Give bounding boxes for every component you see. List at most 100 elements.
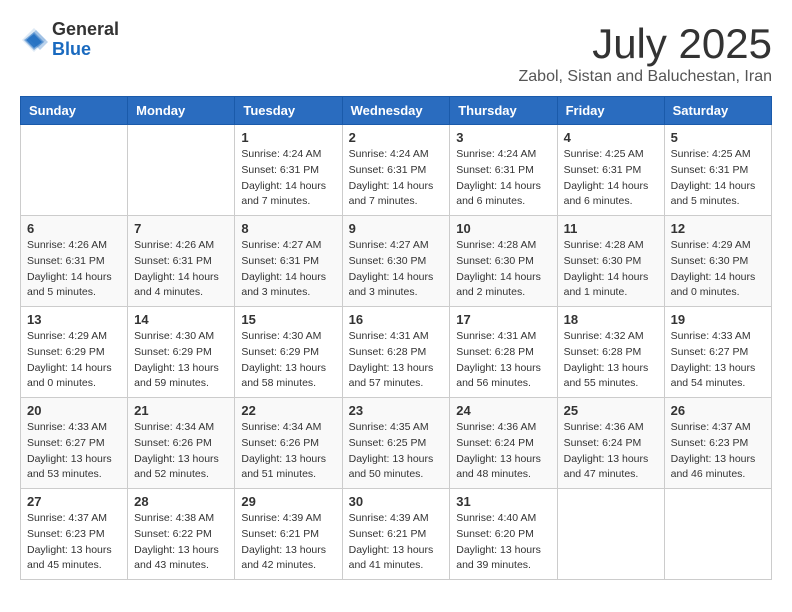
day-cell: 3Sunrise: 4:24 AM Sunset: 6:31 PM Daylig…	[450, 125, 557, 216]
day-info: Sunrise: 4:26 AM Sunset: 6:31 PM Dayligh…	[27, 238, 121, 301]
header-cell-thursday: Thursday	[450, 97, 557, 125]
day-info: Sunrise: 4:31 AM Sunset: 6:28 PM Dayligh…	[456, 329, 550, 392]
day-number: 7	[134, 221, 228, 236]
day-info: Sunrise: 4:24 AM Sunset: 6:31 PM Dayligh…	[349, 147, 444, 210]
logo-general: General	[52, 20, 119, 40]
day-number: 4	[564, 130, 658, 145]
day-info: Sunrise: 4:36 AM Sunset: 6:24 PM Dayligh…	[564, 420, 658, 483]
day-cell: 22 Sunrise: 4:34 AM Sunset: 6:26 PM Dayli…	[235, 398, 342, 489]
day-info: Sunrise: 4:35 AM Sunset: 6:25 PM Dayligh…	[349, 420, 444, 483]
day-cell	[21, 125, 128, 216]
day-info: Sunrise: 4:33 AM Sunset: 6:27 PM Dayligh…	[27, 420, 121, 483]
day-cell: 14 Sunrise: 4:30 AM Sunset: 6:29 PM Dayli…	[128, 307, 235, 398]
day-info: Sunrise: 4:24 AM Sunset: 6:31 PM Dayligh…	[241, 147, 335, 210]
day-number: 31	[456, 494, 550, 509]
calendar-body: 1 Sunrise: 4:24 AM Sunset: 6:31 PM Daylig…	[21, 125, 772, 580]
day-number: 22	[241, 403, 335, 418]
day-number: 13	[27, 312, 121, 327]
day-info: Sunrise: 4:27 AM Sunset: 6:31 PM Dayligh…	[241, 238, 335, 301]
day-cell: 17 Sunrise: 4:31 AM Sunset: 6:28 PM Dayli…	[450, 307, 557, 398]
day-cell: 28 Sunrise: 4:38 AM Sunset: 6:22 PM Dayli…	[128, 489, 235, 580]
day-info: Sunrise: 4:27 AM Sunset: 6:30 PM Dayligh…	[349, 238, 444, 301]
header-cell-tuesday: Tuesday	[235, 97, 342, 125]
day-cell: 31 Sunrise: 4:40 AM Sunset: 6:20 PM Dayli…	[450, 489, 557, 580]
day-info: Sunrise: 4:38 AM Sunset: 6:22 PM Dayligh…	[134, 511, 228, 574]
day-number: 14	[134, 312, 228, 327]
day-info: Sunrise: 4:32 AM Sunset: 6:28 PM Dayligh…	[564, 329, 658, 392]
day-cell: 8 Sunrise: 4:27 AM Sunset: 6:31 PM Daylig…	[235, 216, 342, 307]
day-number: 6	[27, 221, 121, 236]
day-cell: 5Sunrise: 4:25 AM Sunset: 6:31 PM Daylig…	[664, 125, 771, 216]
day-info: Sunrise: 4:30 AM Sunset: 6:29 PM Dayligh…	[241, 329, 335, 392]
day-info: Sunrise: 4:25 AM Sunset: 6:31 PM Dayligh…	[564, 147, 658, 210]
day-cell: 25 Sunrise: 4:36 AM Sunset: 6:24 PM Dayli…	[557, 398, 664, 489]
day-cell: 11 Sunrise: 4:28 AM Sunset: 6:30 PM Dayli…	[557, 216, 664, 307]
day-number: 21	[134, 403, 228, 418]
day-info: Sunrise: 4:40 AM Sunset: 6:20 PM Dayligh…	[456, 511, 550, 574]
calendar-table: SundayMondayTuesdayWednesdayThursdayFrid…	[20, 96, 772, 580]
day-cell: 24 Sunrise: 4:36 AM Sunset: 6:24 PM Dayli…	[450, 398, 557, 489]
day-number: 28	[134, 494, 228, 509]
month-title: July 2025	[519, 20, 773, 68]
day-cell: 9 Sunrise: 4:27 AM Sunset: 6:30 PM Daylig…	[342, 216, 450, 307]
header-cell-monday: Monday	[128, 97, 235, 125]
day-cell: 10 Sunrise: 4:28 AM Sunset: 6:30 PM Dayli…	[450, 216, 557, 307]
day-number: 9	[349, 221, 444, 236]
location-title: Zabol, Sistan and Baluchestan, Iran	[519, 68, 773, 86]
week-row-4: 20 Sunrise: 4:33 AM Sunset: 6:27 PM Dayli…	[21, 398, 772, 489]
day-info: Sunrise: 4:37 AM Sunset: 6:23 PM Dayligh…	[671, 420, 765, 483]
day-cell: 27 Sunrise: 4:37 AM Sunset: 6:23 PM Dayli…	[21, 489, 128, 580]
week-row-1: 1 Sunrise: 4:24 AM Sunset: 6:31 PM Daylig…	[21, 125, 772, 216]
logo-blue: Blue	[52, 40, 119, 60]
day-number: 2	[349, 130, 444, 145]
day-number: 15	[241, 312, 335, 327]
day-number: 23	[349, 403, 444, 418]
page-header: General Blue July 2025 Zabol, Sistan and…	[20, 20, 772, 86]
day-cell: 29Sunrise: 4:39 AM Sunset: 6:21 PM Dayli…	[235, 489, 342, 580]
day-number: 25	[564, 403, 658, 418]
day-info: Sunrise: 4:34 AM Sunset: 6:26 PM Dayligh…	[134, 420, 228, 483]
day-number: 18	[564, 312, 658, 327]
day-number: 10	[456, 221, 550, 236]
day-number: 11	[564, 221, 658, 236]
week-row-3: 13 Sunrise: 4:29 AM Sunset: 6:29 PM Dayli…	[21, 307, 772, 398]
day-cell: 18 Sunrise: 4:32 AM Sunset: 6:28 PM Dayli…	[557, 307, 664, 398]
day-number: 26	[671, 403, 765, 418]
day-info: Sunrise: 4:29 AM Sunset: 6:29 PM Dayligh…	[27, 329, 121, 392]
logo: General Blue	[20, 20, 119, 60]
day-cell: 13 Sunrise: 4:29 AM Sunset: 6:29 PM Dayli…	[21, 307, 128, 398]
day-info: Sunrise: 4:31 AM Sunset: 6:28 PM Dayligh…	[349, 329, 444, 392]
day-info: Sunrise: 4:24 AM Sunset: 6:31 PM Dayligh…	[456, 147, 550, 210]
header-cell-wednesday: Wednesday	[342, 97, 450, 125]
day-cell: 7Sunrise: 4:26 AM Sunset: 6:31 PM Daylig…	[128, 216, 235, 307]
day-info: Sunrise: 4:39 AM Sunset: 6:21 PM Dayligh…	[241, 511, 335, 574]
day-info: Sunrise: 4:39 AM Sunset: 6:21 PM Dayligh…	[349, 511, 444, 574]
day-number: 8	[241, 221, 335, 236]
header-cell-sunday: Sunday	[21, 97, 128, 125]
day-info: Sunrise: 4:28 AM Sunset: 6:30 PM Dayligh…	[564, 238, 658, 301]
header-cell-friday: Friday	[557, 97, 664, 125]
day-number: 24	[456, 403, 550, 418]
day-info: Sunrise: 4:30 AM Sunset: 6:29 PM Dayligh…	[134, 329, 228, 392]
day-info: Sunrise: 4:34 AM Sunset: 6:26 PM Dayligh…	[241, 420, 335, 483]
day-number: 17	[456, 312, 550, 327]
header-row: SundayMondayTuesdayWednesdayThursdayFrid…	[21, 97, 772, 125]
day-cell: 26 Sunrise: 4:37 AM Sunset: 6:23 PM Dayli…	[664, 398, 771, 489]
day-info: Sunrise: 4:33 AM Sunset: 6:27 PM Dayligh…	[671, 329, 765, 392]
day-number: 20	[27, 403, 121, 418]
day-cell: 19Sunrise: 4:33 AM Sunset: 6:27 PM Dayli…	[664, 307, 771, 398]
week-row-2: 6 Sunrise: 4:26 AM Sunset: 6:31 PM Daylig…	[21, 216, 772, 307]
day-cell: 2 Sunrise: 4:24 AM Sunset: 6:31 PM Daylig…	[342, 125, 450, 216]
day-cell: 4 Sunrise: 4:25 AM Sunset: 6:31 PM Daylig…	[557, 125, 664, 216]
day-info: Sunrise: 4:28 AM Sunset: 6:30 PM Dayligh…	[456, 238, 550, 301]
day-number: 1	[241, 130, 335, 145]
day-cell: 23 Sunrise: 4:35 AM Sunset: 6:25 PM Dayli…	[342, 398, 450, 489]
day-number: 27	[27, 494, 121, 509]
title-block: July 2025 Zabol, Sistan and Baluchestan,…	[519, 20, 773, 86]
day-cell: 16Sunrise: 4:31 AM Sunset: 6:28 PM Dayli…	[342, 307, 450, 398]
day-info: Sunrise: 4:37 AM Sunset: 6:23 PM Dayligh…	[27, 511, 121, 574]
day-info: Sunrise: 4:36 AM Sunset: 6:24 PM Dayligh…	[456, 420, 550, 483]
header-cell-saturday: Saturday	[664, 97, 771, 125]
logo-icon	[20, 26, 48, 54]
week-row-5: 27 Sunrise: 4:37 AM Sunset: 6:23 PM Dayli…	[21, 489, 772, 580]
